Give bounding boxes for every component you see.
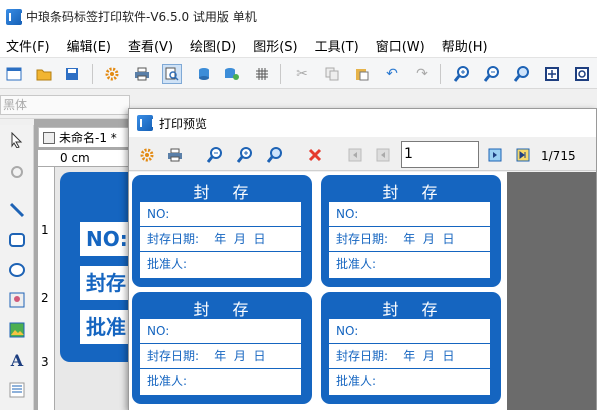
cut-icon[interactable]: ✂: [292, 64, 312, 84]
label-body: NO: 封存日期: 年 月 日 批准人:: [329, 202, 490, 278]
select-pointer-icon[interactable]: [7, 130, 27, 150]
ruler-mark: 1: [41, 223, 49, 237]
next-page-icon[interactable]: [485, 145, 505, 165]
settings-gear-icon[interactable]: [102, 64, 122, 84]
print-preview-icon[interactable]: [162, 64, 182, 84]
rectangle-tool-icon[interactable]: [7, 230, 27, 250]
label-row-date: 封存日期: 年 月 日: [329, 227, 490, 252]
horizontal-ruler: 0 cm: [38, 150, 128, 167]
last-page-icon[interactable]: [513, 145, 533, 165]
zoom-actual-icon[interactable]: [512, 64, 532, 84]
preview-zoom-in-icon[interactable]: [235, 145, 255, 165]
preview-area: 封 存 NO: 封存日期: 年 月 日 批准人: 封 存 NO: 封存日期: 年…: [129, 172, 596, 410]
save-icon[interactable]: [62, 64, 82, 84]
document-tab-label: 未命名-1 *: [59, 131, 117, 145]
open-folder-icon[interactable]: [34, 64, 54, 84]
fit-width-icon[interactable]: [572, 64, 592, 84]
redo-icon[interactable]: ↷: [412, 64, 432, 84]
seal-label: 封 存 NO: 封存日期: 年 月 日 批准人:: [132, 175, 312, 287]
label-row-approver: 批准人:: [336, 374, 377, 388]
main-toolbar: ✂ ↶ ↷: [0, 57, 597, 89]
database-icon[interactable]: [194, 64, 214, 84]
rotate-icon[interactable]: [7, 162, 27, 182]
ruler-mark: 2: [41, 291, 49, 305]
label-row-number: NO:: [329, 319, 490, 344]
menu-help[interactable]: 帮助(H): [436, 36, 494, 55]
ruler-unit: 0 cm: [60, 151, 90, 165]
label-row-approver: 批准人:: [147, 257, 188, 271]
document-icon: [43, 131, 55, 144]
font-family-select[interactable]: 黑体: [0, 95, 130, 115]
menu-window[interactable]: 窗口(W): [370, 36, 431, 55]
label-row-approver: 批准人:: [336, 257, 377, 271]
label-body: NO: 封存日期: 年 月 日 批准人:: [140, 202, 301, 278]
vertical-ruler: 1 2 3: [38, 167, 55, 410]
dialog-title-bar: 打印预览: [129, 109, 596, 137]
preview-page: 封 存 NO: 封存日期: 年 月 日 批准人: 封 存 NO: 封存日期: 年…: [129, 172, 507, 410]
copy-icon[interactable]: [322, 64, 342, 84]
undo-icon[interactable]: ↶: [382, 64, 402, 84]
label-row-number: NO:: [140, 202, 301, 227]
menu-shape[interactable]: 图形(S): [247, 36, 303, 55]
label-body: NO: 封存日期: 年 月 日 批准人:: [140, 319, 301, 395]
database-settings-icon[interactable]: [222, 64, 242, 84]
label-row-number: NO:: [329, 202, 490, 227]
first-page-icon[interactable]: [345, 145, 365, 165]
image-tool-icon[interactable]: [7, 290, 27, 310]
new-file-icon[interactable]: [4, 64, 24, 84]
menu-bar: 文件(F) 编辑(E) 查看(V) 绘图(D) 图形(S) 工具(T) 窗口(W…: [0, 33, 597, 57]
line-tool-icon[interactable]: [7, 200, 27, 220]
print-icon[interactable]: [132, 64, 152, 84]
grid-icon[interactable]: [252, 64, 272, 84]
menu-tools[interactable]: 工具(T): [309, 36, 365, 55]
zoom-in-icon[interactable]: [452, 64, 472, 84]
label-row-approver: 批准人:: [147, 374, 188, 388]
close-preview-icon[interactable]: [305, 145, 325, 165]
menu-view[interactable]: 查看(V): [122, 36, 179, 55]
page-setup-gear-icon[interactable]: [137, 145, 157, 165]
label-row-date: 封存日期: 年 月 日: [140, 227, 301, 252]
preview-zoom-actual-icon[interactable]: [265, 145, 285, 165]
label-title: 封 存: [382, 300, 440, 319]
fit-page-icon[interactable]: [542, 64, 562, 84]
page-count: 1/715: [541, 149, 576, 163]
label-title: 封 存: [382, 183, 440, 202]
menu-edit[interactable]: 编辑(E): [61, 36, 117, 55]
menu-file[interactable]: 文件(F): [0, 36, 56, 55]
seal-label: 封 存 NO: 封存日期: 年 月 日 批准人:: [321, 175, 501, 287]
dialog-title: 打印预览: [159, 116, 208, 131]
page-number-input[interactable]: 1: [401, 141, 479, 168]
ruler-mark: 3: [41, 355, 49, 369]
label-row-date: 封存日期: 年 月 日: [329, 344, 490, 369]
seal-label: 封 存 NO: 封存日期: 年 月 日 批准人:: [132, 292, 312, 404]
title-bar: 中琅条码标签打印软件-V6.5.0 试用版 单机: [0, 0, 597, 33]
preview-toolbar: 1 1/715: [129, 137, 596, 171]
label-body: NO: 封存日期: 年 月 日 批准人:: [329, 319, 490, 395]
print-preview-dialog: 打印预览 1 1/715 封 存 NO: 封存日期: 年 月 日 批准人: 封 …: [128, 108, 597, 410]
preview-print-icon[interactable]: [165, 145, 185, 165]
app-logo-icon: [6, 8, 23, 25]
menu-draw[interactable]: 绘图(D): [184, 36, 242, 55]
dialog-app-icon: [137, 115, 154, 131]
label-title: 封 存: [193, 183, 251, 202]
label-row-number: NO:: [140, 319, 301, 344]
picture-tool-icon[interactable]: [7, 320, 27, 340]
paste-icon[interactable]: [352, 64, 372, 84]
zoom-out-icon[interactable]: [482, 64, 502, 84]
left-tool-panel: A: [0, 125, 34, 410]
window-title: 中琅条码标签打印软件-V6.5.0 试用版 单机: [26, 10, 257, 24]
seal-label: 封 存 NO: 封存日期: 年 月 日 批准人:: [321, 292, 501, 404]
label-row-date: 封存日期: 年 月 日: [140, 344, 301, 369]
document-tab[interactable]: 未命名-1 *: [38, 127, 138, 147]
previous-page-icon[interactable]: [373, 145, 393, 165]
label-title: 封 存: [193, 300, 251, 319]
ellipse-tool-icon[interactable]: [7, 260, 27, 280]
barcode-text-tool-icon[interactable]: [7, 380, 27, 400]
preview-zoom-out-icon[interactable]: [205, 145, 225, 165]
text-tool-icon[interactable]: A: [7, 350, 27, 370]
